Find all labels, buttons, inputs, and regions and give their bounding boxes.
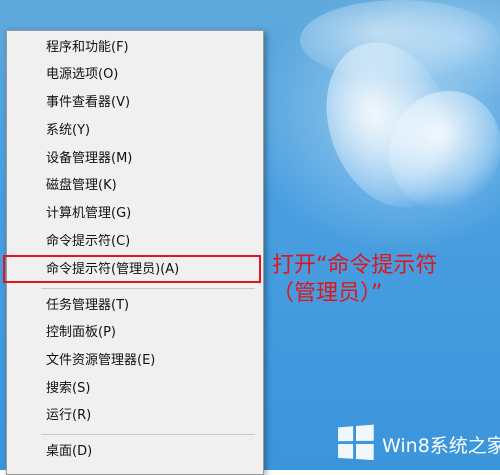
menu-item-search[interactable]: 搜索(S) bbox=[7, 375, 263, 402]
annotation-text: 打开“命令提示符 （管理员）” bbox=[272, 252, 437, 308]
menu-separator bbox=[41, 288, 255, 289]
highlight-box bbox=[3, 255, 261, 283]
watermark-text: Win8系统之家 bbox=[382, 434, 500, 457]
menu-item-command-prompt[interactable]: 命令提示符(C) bbox=[7, 228, 263, 255]
menu-item-programs-features[interactable]: 程序和功能(F) bbox=[7, 34, 263, 61]
annotation-line-2: （管理员）” bbox=[272, 281, 383, 306]
menu-item-task-manager[interactable]: 任务管理器(T) bbox=[7, 292, 263, 319]
site-watermark: Win8系统之家 bbox=[336, 424, 500, 464]
menu-separator bbox=[41, 434, 255, 435]
menu-item-power-options[interactable]: 电源选项(O) bbox=[7, 61, 263, 88]
menu-item-desktop[interactable]: 桌面(D) bbox=[7, 438, 263, 465]
menu-item-control-panel[interactable]: 控制面板(P) bbox=[7, 319, 263, 346]
menu-item-run[interactable]: 运行(R) bbox=[7, 402, 263, 429]
menu-item-device-manager[interactable]: 设备管理器(M) bbox=[7, 145, 263, 172]
windows-logo-icon bbox=[338, 424, 377, 463]
context-menu: 程序和功能(F) 电源选项(O) 事件查看器(V) 系统(Y) 设备管理器(M)… bbox=[6, 30, 264, 475]
menu-item-file-explorer[interactable]: 文件资源管理器(E) bbox=[7, 347, 263, 374]
flower-petal-decoration bbox=[300, 0, 500, 80]
menu-item-system[interactable]: 系统(Y) bbox=[7, 117, 263, 144]
annotation-line-1: 打开“命令提示符 bbox=[272, 253, 438, 278]
menu-item-computer-management[interactable]: 计算机管理(G) bbox=[7, 200, 263, 227]
menu-item-event-viewer[interactable]: 事件查看器(V) bbox=[7, 89, 263, 116]
menu-item-disk-management[interactable]: 磁盘管理(K) bbox=[7, 172, 263, 199]
